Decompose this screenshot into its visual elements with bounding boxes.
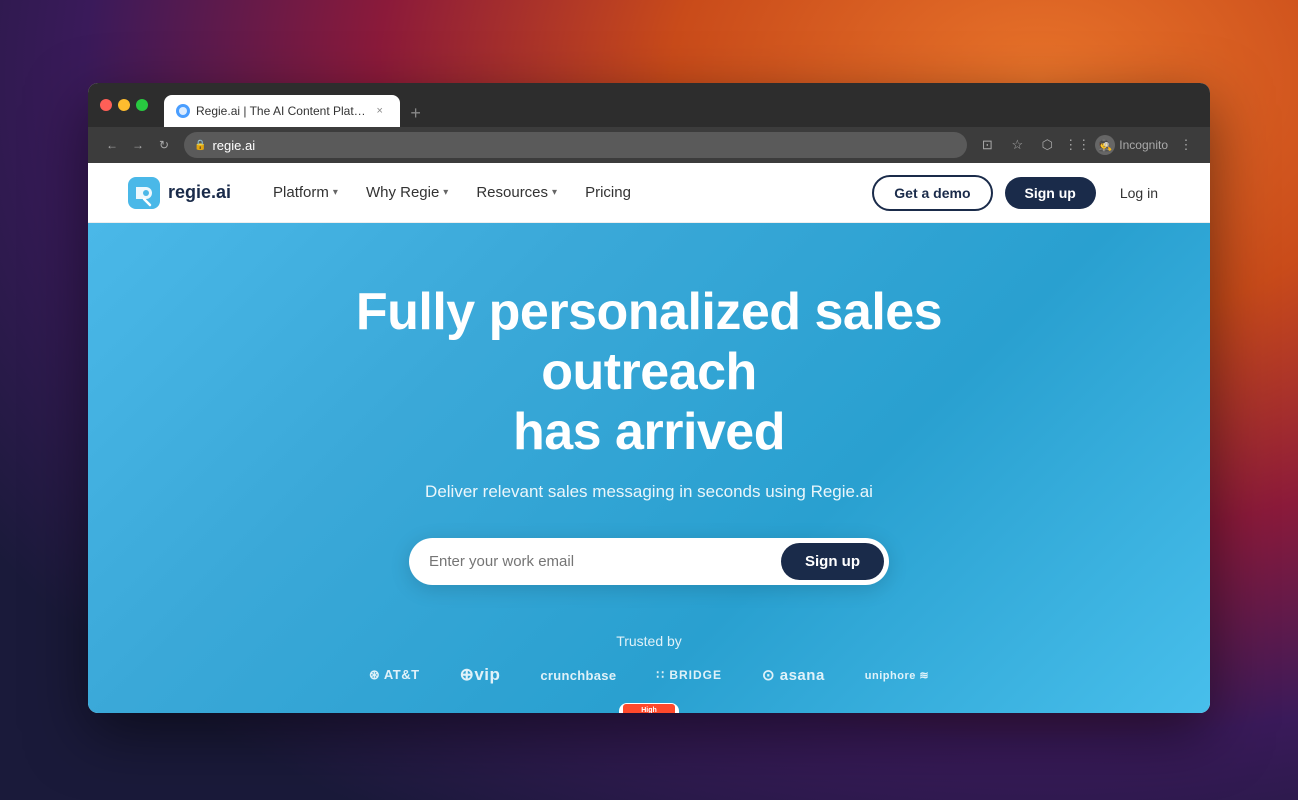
more-options-button[interactable]: ⋮ xyxy=(1174,133,1198,157)
platform-chevron-icon: ▾ xyxy=(333,187,338,198)
active-tab[interactable]: Regie.ai | The AI Content Plat… × xyxy=(164,95,400,127)
g2-badge-container: High Performer G2 SPRING 2023 xyxy=(128,693,1170,713)
desktop: Regie.ai | The AI Content Plat… × + ← → … xyxy=(0,0,1298,800)
refresh-button[interactable]: ↻ xyxy=(152,133,176,157)
nav-cta-buttons: Get a demo Sign up Log in xyxy=(872,175,1170,211)
trusted-section: Trusted by ⊛ AT&T ⊕vip crunchbase ∷ BRID… xyxy=(128,633,1170,713)
toolbar-right-icons: ⊡ ☆ ⬡ ⋮⋮ 🕵 Incognito ⋮ xyxy=(975,133,1198,157)
fullscreen-window-button[interactable] xyxy=(136,99,148,111)
email-input[interactable] xyxy=(429,553,781,570)
logo-text: regie.ai xyxy=(168,182,231,203)
nav-signup-button[interactable]: Sign up xyxy=(1005,177,1096,209)
hero-subtitle: Deliver relevant sales messaging in seco… xyxy=(425,482,873,502)
logo-link[interactable]: regie.ai xyxy=(128,177,231,209)
nav-platform[interactable]: Platform ▾ xyxy=(261,178,350,207)
traffic-lights xyxy=(100,99,148,111)
nav-links: Platform ▾ Why Regie ▾ Resources ▾ Prici… xyxy=(261,178,872,207)
crunchbase-logo: crunchbase xyxy=(540,668,616,683)
nav-resources[interactable]: Resources ▾ xyxy=(464,178,569,207)
trusted-logos: ⊛ AT&T ⊕vip crunchbase ∷ BRIDGE ⊙ asana xyxy=(128,665,1170,685)
incognito-label: Incognito xyxy=(1119,138,1168,152)
browser-nav-buttons: ← → ↻ xyxy=(100,133,176,157)
att-logo: ⊛ AT&T xyxy=(369,667,420,683)
extension-icon[interactable]: ⬡ xyxy=(1035,133,1059,157)
website-content: regie.ai Platform ▾ Why Regie ▾ Resource… xyxy=(88,163,1210,713)
g2-badge-top: High Performer xyxy=(623,704,675,713)
site-navbar: regie.ai Platform ▾ Why Regie ▾ Resource… xyxy=(88,163,1210,223)
tab-title: Regie.ai | The AI Content Plat… xyxy=(196,104,366,118)
resources-chevron-icon: ▾ xyxy=(552,187,557,198)
get-demo-button[interactable]: Get a demo xyxy=(872,175,992,211)
hero-title: Fully personalized sales outreach has ar… xyxy=(309,283,989,462)
why-regie-chevron-icon: ▾ xyxy=(443,187,448,198)
hero-signup-button[interactable]: Sign up xyxy=(781,543,884,580)
forward-button[interactable]: → xyxy=(126,133,150,157)
tab-close-button[interactable]: × xyxy=(372,103,388,119)
trusted-label: Trusted by xyxy=(128,633,1170,649)
address-url: regie.ai xyxy=(212,138,255,153)
new-tab-button[interactable]: + xyxy=(402,99,430,127)
browser-chrome: Regie.ai | The AI Content Plat… × + xyxy=(88,83,1210,127)
nav-why-regie[interactable]: Why Regie ▾ xyxy=(354,178,460,207)
nav-pricing[interactable]: Pricing xyxy=(573,178,643,207)
address-bar[interactable]: 🔒 regie.ai xyxy=(184,132,967,158)
incognito-icon: 🕵 xyxy=(1095,135,1115,155)
login-button[interactable]: Log in xyxy=(1108,177,1170,209)
bridge-logo: ∷ BRIDGE xyxy=(656,668,722,682)
g2-badge: High Performer G2 SPRING 2023 xyxy=(619,703,679,713)
browser-window: Regie.ai | The AI Content Plat… × + ← → … xyxy=(88,83,1210,713)
browser-toolbar: ← → ↻ 🔒 regie.ai ⊡ ☆ ⬡ ⋮⋮ 🕵 Incognito ⋮ xyxy=(88,127,1210,163)
incognito-badge: 🕵 Incognito xyxy=(1095,135,1168,155)
back-button[interactable]: ← xyxy=(100,133,124,157)
close-window-button[interactable] xyxy=(100,99,112,111)
tab-favicon-icon xyxy=(176,104,190,118)
lock-icon: 🔒 xyxy=(194,140,206,151)
regie-logo-icon xyxy=(128,177,160,209)
uniphore-logo: uniphore ≋ xyxy=(865,669,929,682)
asana-logo: ⊙ asana xyxy=(762,666,825,684)
minimize-window-button[interactable] xyxy=(118,99,130,111)
bookmark-icon[interactable]: ☆ xyxy=(1005,133,1029,157)
cast-icon[interactable]: ⊡ xyxy=(975,133,999,157)
wordpress-vip-logo: ⊕vip xyxy=(460,665,501,685)
tab-bar: Regie.ai | The AI Content Plat… × + xyxy=(164,83,1198,127)
hero-email-form: Sign up xyxy=(409,538,889,585)
grid-icon[interactable]: ⋮⋮ xyxy=(1065,133,1089,157)
hero-section: Fully personalized sales outreach has ar… xyxy=(88,223,1210,713)
